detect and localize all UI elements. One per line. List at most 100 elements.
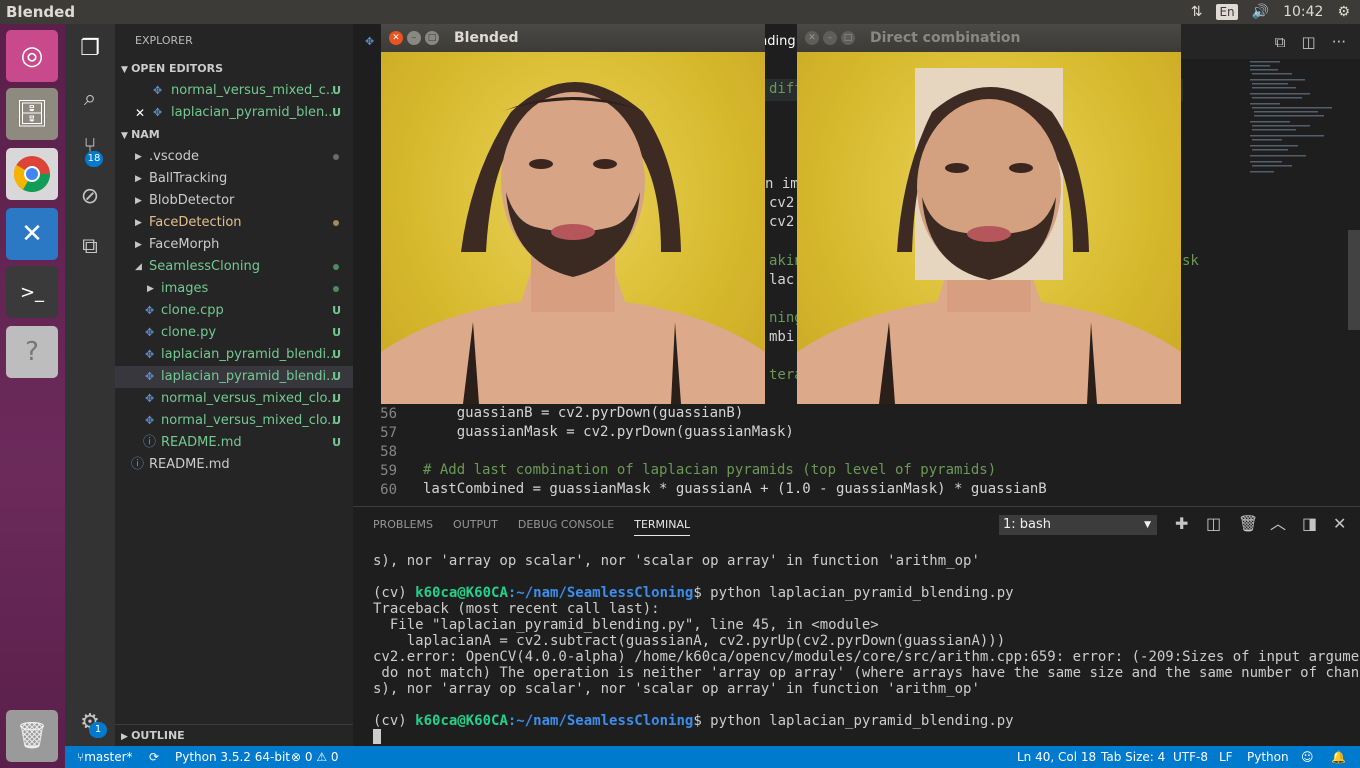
power-icon[interactable]: ⚙ (1337, 4, 1350, 20)
clock[interactable]: 10:42 (1283, 4, 1323, 20)
close-icon[interactable]: ✕ (805, 31, 819, 45)
info-icon: ⓘ (143, 435, 157, 450)
python-file-icon: ✥ (365, 35, 375, 48)
minimap[interactable] (1248, 59, 1348, 506)
line-number: 56 (380, 406, 397, 422)
more-actions-icon[interactable]: ··· (1332, 33, 1346, 51)
split-terminal-icon[interactable]: ◫ (1206, 507, 1221, 541)
toggle-panel-position-icon[interactable]: ◨ (1302, 507, 1317, 541)
python-file-icon: ✥ (153, 106, 163, 119)
chrome-icon[interactable] (6, 148, 58, 200)
blended-titlebar[interactable]: ✕ – □ Blended (381, 24, 765, 52)
volume-icon[interactable]: 🔊 (1252, 4, 1269, 20)
network-icon[interactable]: ⇅ (1191, 4, 1203, 20)
minimize-icon[interactable]: – (407, 31, 421, 45)
minimize-icon[interactable]: – (823, 31, 837, 45)
search-icon[interactable]: ⌕ (65, 74, 115, 122)
problems-indicator[interactable]: ⊗ 0 ⚠ 0 (291, 746, 339, 768)
tree-item-selected[interactable]: ✥ laplacian_pyramid_blendi... U (115, 366, 353, 388)
tab-size[interactable]: Tab Size: 4 (1101, 746, 1165, 768)
code-fragment: sk (1182, 253, 1199, 269)
terminal-prompt: (cv) k60ca@K60CA:~/nam/SeamlessCloning$ … (373, 713, 1014, 729)
explorer-icon[interactable]: ❐ (65, 24, 115, 72)
extensions-icon[interactable]: ⧉ (65, 222, 115, 270)
terminal-icon[interactable]: >_ (6, 266, 58, 318)
tree-item[interactable]: ▶ BallTracking (115, 168, 353, 190)
editor-scrollbar[interactable] (1348, 230, 1360, 330)
language-mode[interactable]: Python (1247, 746, 1289, 768)
debug-icon[interactable]: ⊘ (65, 172, 115, 220)
files-icon[interactable]: 🗄 (6, 88, 58, 140)
tree-item[interactable]: ✥ normal_versus_mixed_clo... U (115, 388, 353, 410)
tree-item[interactable]: ✥ laplacian_pyramid_blendi... U (115, 344, 353, 366)
python-interpreter[interactable]: Python 3.5.2 64-bit (175, 746, 290, 768)
folder-section[interactable]: ▼ NAM (115, 124, 353, 146)
info-icon: ⓘ (131, 457, 145, 472)
close-panel-icon[interactable]: ✕ (1333, 507, 1346, 541)
split-editor-icon[interactable]: ◫ (1302, 33, 1316, 51)
blended-window[interactable]: ✕ – □ Blended (381, 24, 765, 404)
maximize-icon[interactable]: □ (425, 31, 439, 45)
new-terminal-icon[interactable]: ✚ (1175, 507, 1188, 541)
code-fragment: lac (769, 272, 795, 288)
direct-combination-titlebar[interactable]: ✕ – □ Direct combination (797, 24, 1181, 52)
open-editors-section[interactable]: ▼ OPEN EDITORS (115, 58, 353, 80)
tree-item[interactable]: ✥ clone.cpp U (115, 300, 353, 322)
terminal-line: File "laplacian_pyramid_blending.py", li… (373, 617, 879, 633)
chevron-down-icon: ▼ (1144, 520, 1151, 530)
keyboard-layout-indicator[interactable]: En (1216, 4, 1238, 20)
open-changes-icon[interactable]: ⧉ (1275, 33, 1286, 51)
tree-item[interactable]: ⓘ README.md U (115, 432, 353, 454)
explorer-header: EXPLORER (135, 34, 193, 47)
cpp-file-icon: ✥ (145, 304, 155, 317)
tree-item[interactable]: ▶ FaceDetection (115, 212, 353, 234)
vscode-icon[interactable]: ✕ (6, 208, 58, 260)
trash-icon[interactable]: 🗑 (6, 710, 58, 762)
tree-item[interactable]: ◢ SeamlessCloning (115, 256, 353, 278)
terminal-select[interactable]: 1: bash ▼ (999, 515, 1157, 535)
line-number: 57 (380, 425, 397, 441)
maximize-panel-icon[interactable]: ︿ (1270, 507, 1286, 541)
tree-item[interactable]: ▶ .vscode (115, 146, 353, 168)
tree-item[interactable]: ⓘ README.md (115, 454, 353, 476)
tab-problems[interactable]: PROBLEMS (373, 518, 433, 531)
tree-item[interactable]: ▶ images (115, 278, 353, 300)
system-tray: ⇅ En 🔊 10:42 ⚙ (1191, 0, 1360, 24)
encoding[interactable]: UTF-8 (1173, 746, 1208, 768)
blended-title: Blended (454, 30, 519, 46)
tree-item[interactable]: ✥ clone.py U (115, 322, 353, 344)
tab-output[interactable]: OUTPUT (453, 518, 498, 531)
tree-item[interactable]: ▶ BlobDetector (115, 190, 353, 212)
code-line[interactable]: guassianB = cv2.pyrDown(guassianB) (423, 405, 744, 421)
close-icon[interactable]: ✕ (135, 102, 145, 124)
blended-image (381, 52, 765, 404)
open-editor-item[interactable]: ✥ normal_versus_mixed_c... U (115, 80, 353, 102)
maximize-icon[interactable]: □ (841, 31, 855, 45)
help-icon[interactable]: ? (6, 326, 58, 378)
settings-gear-icon[interactable]: ⚙ (65, 698, 115, 746)
tree-item[interactable]: ✥ normal_versus_mixed_clo... U (115, 410, 353, 432)
line-number: 58 (380, 444, 397, 460)
line-number: 59 (380, 463, 397, 479)
code-line[interactable]: lastCombined = guassianMask * guassianA … (423, 481, 1047, 497)
tab-terminal[interactable]: TERMINAL (634, 518, 691, 536)
close-icon[interactable]: ✕ (389, 31, 403, 45)
tab-debug-console[interactable]: DEBUG CONSOLE (518, 518, 614, 531)
end-of-line[interactable]: LF (1219, 746, 1233, 768)
feedback-icon[interactable]: ☺ (1301, 746, 1314, 768)
outline-section[interactable]: ▶ OUTLINE (115, 724, 353, 746)
sync-icon[interactable]: ⟳ (149, 746, 159, 768)
direct-combination-window[interactable]: ✕ – □ Direct combination (797, 24, 1181, 404)
code-line[interactable]: guassianMask = cv2.pyrDown(guassianMask) (423, 424, 794, 440)
kill-terminal-icon[interactable]: 🗑 (1238, 507, 1258, 541)
cursor-position[interactable]: Ln 40, Col 18 (1017, 746, 1096, 768)
tree-item[interactable]: ▶ FaceMorph (115, 234, 353, 256)
notifications-icon[interactable]: 🔔 (1331, 746, 1346, 768)
ubuntu-dash-icon[interactable]: ◎ (6, 30, 58, 82)
open-editor-item[interactable]: ✕ ✥ laplacian_pyramid_blen... U (115, 102, 353, 124)
python-file-icon: ✥ (153, 84, 163, 97)
code-line[interactable]: # Add last combination of laplacian pyra… (423, 462, 996, 478)
python-file-icon: ✥ (145, 326, 155, 339)
direct-combination-image (797, 52, 1181, 404)
git-branch[interactable]: ⑂master* (77, 746, 133, 768)
